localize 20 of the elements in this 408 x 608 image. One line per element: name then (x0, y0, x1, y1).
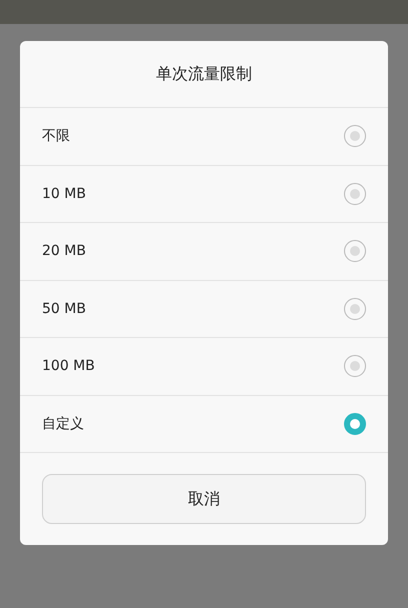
radio-button[interactable] (344, 412, 366, 435)
option-label: 自定义 (42, 414, 84, 433)
radio-button[interactable] (344, 240, 366, 262)
radio-button[interactable] (344, 125, 366, 148)
dialog-title: 单次流量限制 (20, 41, 388, 108)
radio-button[interactable] (344, 355, 366, 378)
option-row[interactable]: 自定义 (20, 396, 388, 453)
option-row[interactable]: 10 MB (20, 166, 388, 223)
radio-button[interactable] (344, 182, 366, 205)
option-label: 不限 (42, 127, 70, 146)
radio-button[interactable] (344, 298, 366, 320)
option-label: 10 MB (42, 186, 86, 202)
option-row[interactable]: 不限 (20, 108, 388, 166)
option-row[interactable]: 100 MB (20, 338, 388, 396)
option-label: 50 MB (42, 300, 86, 317)
option-label: 100 MB (42, 358, 95, 374)
option-row[interactable]: 50 MB (20, 280, 388, 338)
option-label: 20 MB (42, 243, 86, 260)
cancel-button[interactable]: 取消 (42, 474, 366, 524)
option-row[interactable]: 20 MB (20, 223, 388, 280)
